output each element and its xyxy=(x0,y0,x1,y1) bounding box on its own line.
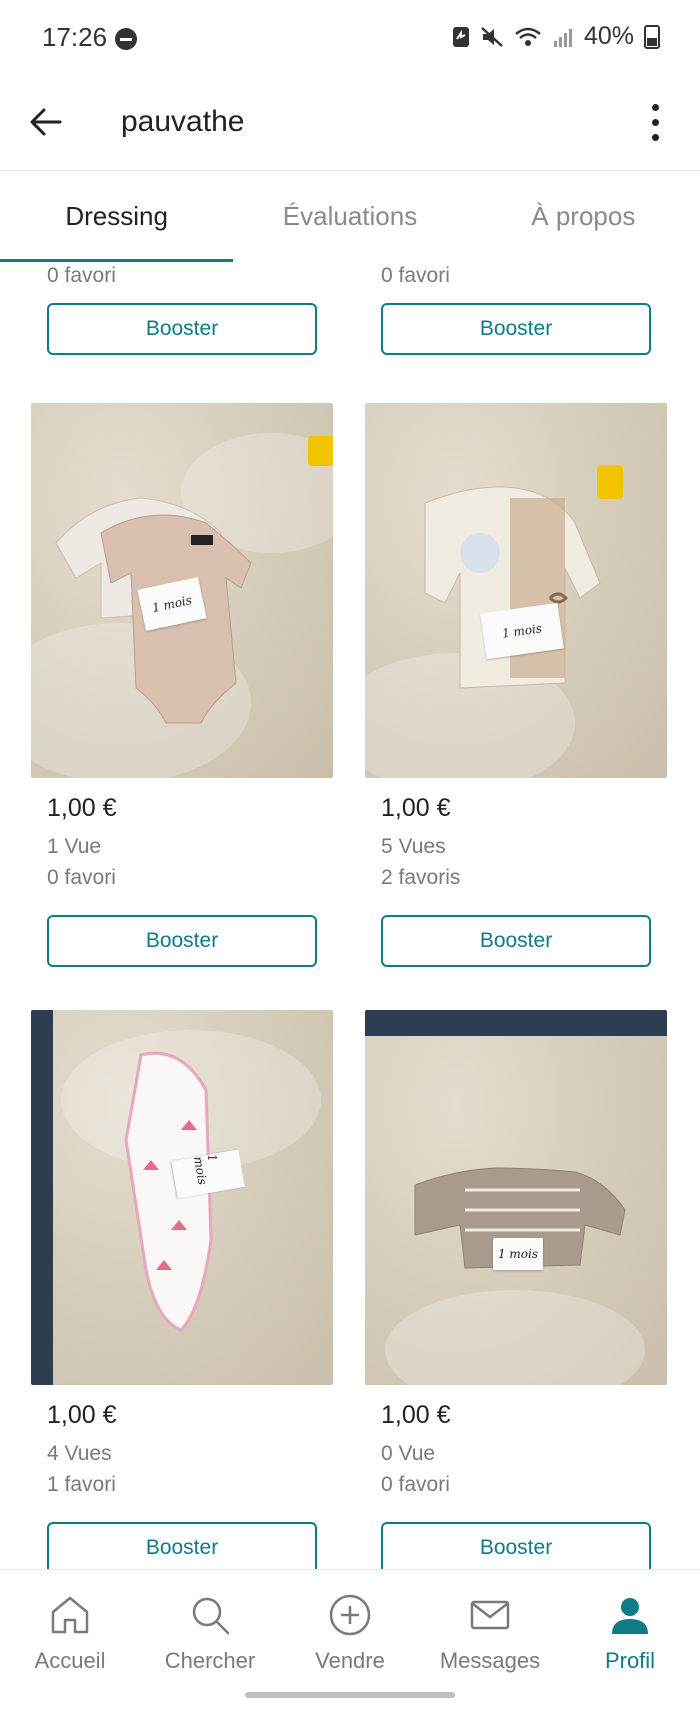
item-favorites: 0 favori xyxy=(47,866,116,889)
do-not-disturb-icon xyxy=(115,28,137,50)
partial-item-card: 0 favori Booster xyxy=(31,262,333,355)
boost-button[interactable]: Booster xyxy=(47,915,317,967)
item-favorites: 0 favori xyxy=(381,264,450,287)
more-options-button[interactable] xyxy=(640,92,670,152)
nav-label: Vendre xyxy=(315,1648,385,1673)
wifi-icon xyxy=(514,26,542,48)
status-time: 17:26 xyxy=(42,22,108,52)
item-favorites: 2 favoris xyxy=(381,866,461,889)
app-bar: pauvathe xyxy=(0,78,700,170)
nav-label: Chercher xyxy=(164,1648,256,1673)
partial-item-card: 0 favori Booster xyxy=(365,262,667,355)
item-photo[interactable]: 1 mois xyxy=(365,1010,667,1385)
boost-button[interactable]: Booster xyxy=(381,303,651,355)
boost-button[interactable]: Booster xyxy=(381,915,651,967)
mute-icon xyxy=(480,26,504,48)
item-photo[interactable]: 1 mois xyxy=(31,403,333,778)
items-grid: 0 favori Booster 0 favori Booster 1 mois… xyxy=(0,262,700,1569)
home-icon xyxy=(51,1596,89,1634)
item-price: 1,00 € xyxy=(47,794,117,822)
search-icon xyxy=(192,1597,230,1635)
item-favorites: 0 favori xyxy=(381,1473,450,1496)
more-dot-icon xyxy=(651,103,659,111)
nfc-icon xyxy=(452,26,470,48)
more-dot-icon xyxy=(651,118,659,126)
tab-dressing[interactable]: Dressing xyxy=(0,171,234,263)
item-views: 0 Vue xyxy=(381,1442,436,1465)
nav-label: Accueil xyxy=(34,1648,106,1673)
item-views: 4 Vues xyxy=(47,1442,112,1465)
nav-item-messages[interactable]: Messages xyxy=(420,1570,560,1712)
back-button[interactable] xyxy=(22,98,70,146)
status-bar: 17:26 40% xyxy=(0,0,700,78)
item-favorites: 1 favori xyxy=(47,1473,116,1496)
mail-icon xyxy=(470,1600,510,1630)
item-price: 1,00 € xyxy=(47,1401,117,1429)
profile-icon xyxy=(612,1598,648,1634)
nav-item-chercher[interactable]: Chercher xyxy=(140,1570,280,1712)
tab-label: Dressing xyxy=(65,201,168,231)
page-title: pauvathe xyxy=(121,105,245,138)
battery-icon xyxy=(644,24,660,49)
nav-item-vendre[interactable]: Vendre xyxy=(280,1570,420,1712)
bottom-navigation: Accueil Chercher Vendre Messages Profil xyxy=(0,1569,700,1712)
item-card[interactable]: 1 mois 1,00 € 4 Vues 1 favori Booster xyxy=(31,1010,333,1569)
arrow-left-icon xyxy=(30,108,62,136)
nav-item-accueil[interactable]: Accueil xyxy=(0,1570,140,1712)
signal-icon xyxy=(552,26,574,48)
tab-label: À propos xyxy=(531,201,636,231)
profile-tabs: Dressing Évaluations À propos xyxy=(0,171,700,263)
item-card[interactable]: 1 mois 1,00 € 0 Vue 0 favori Booster xyxy=(365,1010,667,1569)
tab-label: Évaluations xyxy=(282,201,418,231)
status-icons: 40% xyxy=(452,22,660,51)
battery-text: 40% xyxy=(583,22,634,50)
item-price: 1,00 € xyxy=(381,794,451,822)
tab-evaluations[interactable]: Évaluations xyxy=(233,171,466,262)
more-dot-icon xyxy=(651,133,659,141)
item-views: 1 Vue xyxy=(47,835,102,858)
item-card[interactable]: 1 mois 1,00 € 5 Vues 2 favoris Booster xyxy=(365,403,667,967)
nav-item-profil[interactable]: Profil xyxy=(560,1570,700,1712)
boost-button[interactable]: Booster xyxy=(381,1522,651,1569)
tab-a-propos[interactable]: À propos xyxy=(467,171,700,262)
size-tag: 1 mois xyxy=(493,1238,543,1270)
boost-button[interactable]: Booster xyxy=(47,303,317,355)
plus-circle-icon xyxy=(329,1594,371,1636)
nav-label: Profil xyxy=(604,1648,656,1673)
item-favorites: 0 favori xyxy=(47,264,116,287)
boost-button[interactable]: Booster xyxy=(47,1522,317,1569)
nav-label: Messages xyxy=(439,1648,541,1673)
item-photo[interactable]: 1 mois xyxy=(31,1010,333,1385)
home-indicator[interactable] xyxy=(245,1692,455,1698)
item-photo[interactable]: 1 mois xyxy=(365,403,667,778)
item-views: 5 Vues xyxy=(381,835,446,858)
item-card[interactable]: 1 mois 1,00 € 1 Vue 0 favori Booster xyxy=(31,403,333,967)
item-price: 1,00 € xyxy=(381,1401,451,1429)
